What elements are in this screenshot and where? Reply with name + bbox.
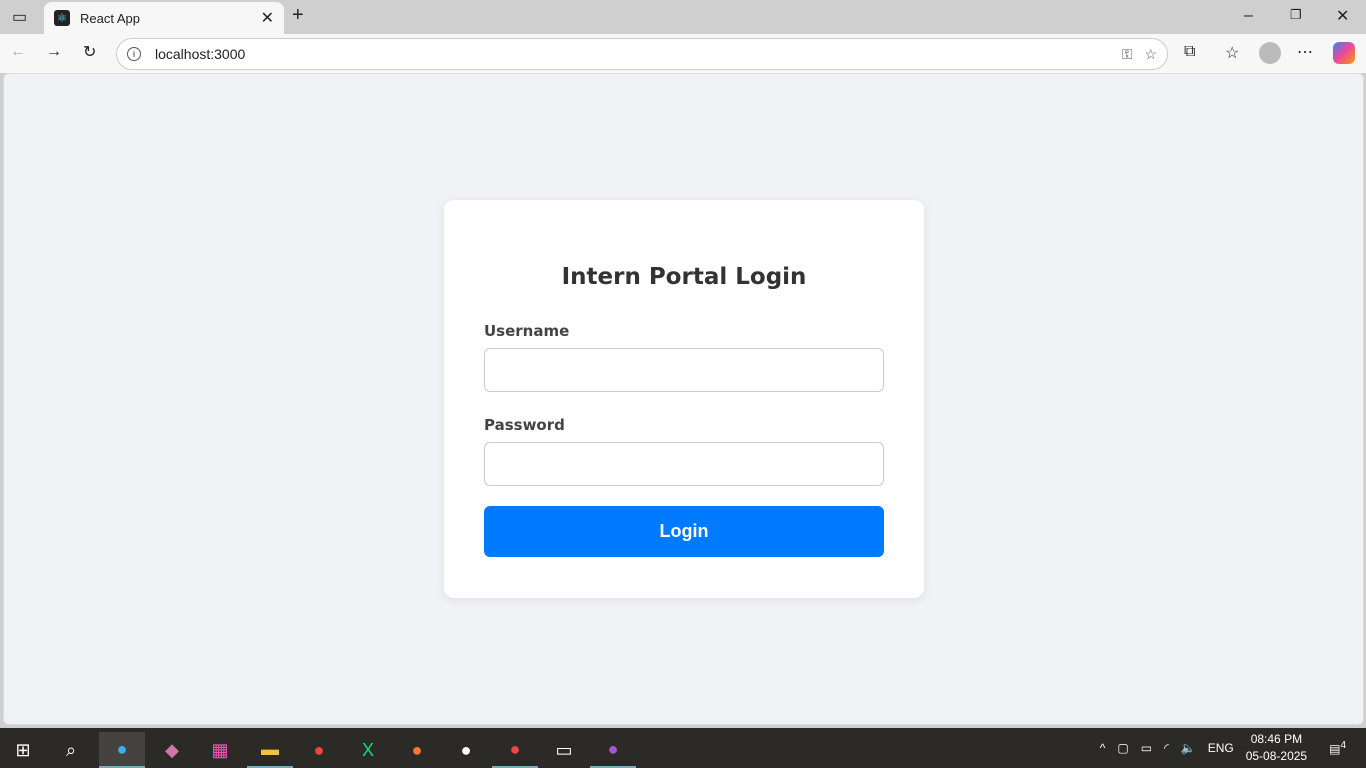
reload-icon[interactable]: ↻ [83,42,96,62]
favorites-icon[interactable]: ☆ [1225,43,1239,63]
github-desktop-icon[interactable]: ● [590,732,636,768]
battery-icon[interactable]: ▭ [1141,741,1152,755]
copilot-app-icon[interactable]: ◆ [149,732,195,768]
password-input[interactable] [484,442,884,486]
new-tab-icon[interactable]: + [292,4,304,27]
favorite-star-icon[interactable]: ☆ [1144,46,1157,63]
excel-icon[interactable]: X [345,732,391,768]
file-explorer-icon[interactable]: ▬ [247,732,293,768]
windows-start-icon[interactable]: ⊞ [0,732,46,768]
login-button[interactable]: Login [484,506,884,557]
close-tab-icon[interactable]: ✕ [261,8,274,28]
wifi-icon[interactable]: ◜ [1164,741,1169,755]
search-icon[interactable]: ⌕ [48,732,94,768]
terminal-icon[interactable]: ▭ [541,732,587,768]
sidebar-toggle-icon[interactable]: ▭ [12,7,27,27]
chrome-profile-icon[interactable]: ● [492,732,538,768]
more-icon[interactable]: ⋯ [1297,42,1313,62]
chrome-icon[interactable]: ● [296,732,342,768]
browser-toolbar: ← → ↻ i localhost:3000 ⚿ ☆ ⧉ ☆ ⋯ [0,34,1366,73]
edge-icon[interactable]: ● [99,732,145,768]
url-text: localhost:3000 [155,46,246,62]
back-icon[interactable]: ← [10,43,26,61]
minimize-icon[interactable]: – [1244,7,1253,25]
info-icon[interactable]: i [127,47,141,61]
show-hidden-icons[interactable]: ^ [1100,741,1106,755]
react-icon: ⚛ [54,10,70,26]
taskbar: ⊞ ⌕ ● ◆ ▦ ▬ ● X ● ● ● ▭ ● ^ ▢ ▭ ◜ 🔈 ENG … [0,728,1366,768]
restore-icon[interactable]: ❐ [1290,7,1302,23]
time: 08:46 PM [1250,732,1303,746]
github-icon[interactable]: ● [443,732,489,768]
date: 05-08-2025 [1245,749,1308,763]
page-title: Intern Portal Login [561,264,807,290]
username-label: Username [484,322,570,340]
volume-icon[interactable]: 🔈 [1181,741,1196,755]
profile-avatar[interactable] [1259,42,1281,64]
browser-tab[interactable]: ⚛ React App ✕ [44,2,284,34]
language-indicator[interactable]: ENG [1208,741,1234,755]
clock[interactable]: 08:46 PM 05-08-2025 [1246,731,1307,765]
extensions-icon[interactable]: ⧉ [1184,43,1195,61]
close-window-icon[interactable]: ✕ [1336,6,1349,26]
copilot-icon[interactable] [1333,42,1355,64]
camera-icon[interactable]: ▢ [1117,741,1128,755]
login-card: Intern Portal Login Username Password Lo… [444,200,924,598]
store-icon[interactable]: ▦ [197,732,243,768]
tab-bar: ▭ ⚛ React App ✕ + – ❐ ✕ [0,0,1366,34]
page-content: Intern Portal Login Username Password Lo… [3,73,1364,725]
username-input[interactable] [484,348,884,392]
forward-icon[interactable]: → [46,43,62,61]
address-bar[interactable]: i localhost:3000 ⚿ ☆ [116,38,1168,70]
password-label: Password [484,416,565,434]
notifications-icon[interactable]: ▤4 [1329,740,1346,756]
key-icon[interactable]: ⚿ [1122,46,1133,63]
notification-count: 4 [1340,740,1346,751]
firefox-icon[interactable]: ● [394,732,440,768]
system-tray: ^ ▢ ▭ ◜ 🔈 ENG 08:46 PM 05-08-2025 ▤4 [1100,728,1366,768]
tab-title: React App [80,10,140,26]
